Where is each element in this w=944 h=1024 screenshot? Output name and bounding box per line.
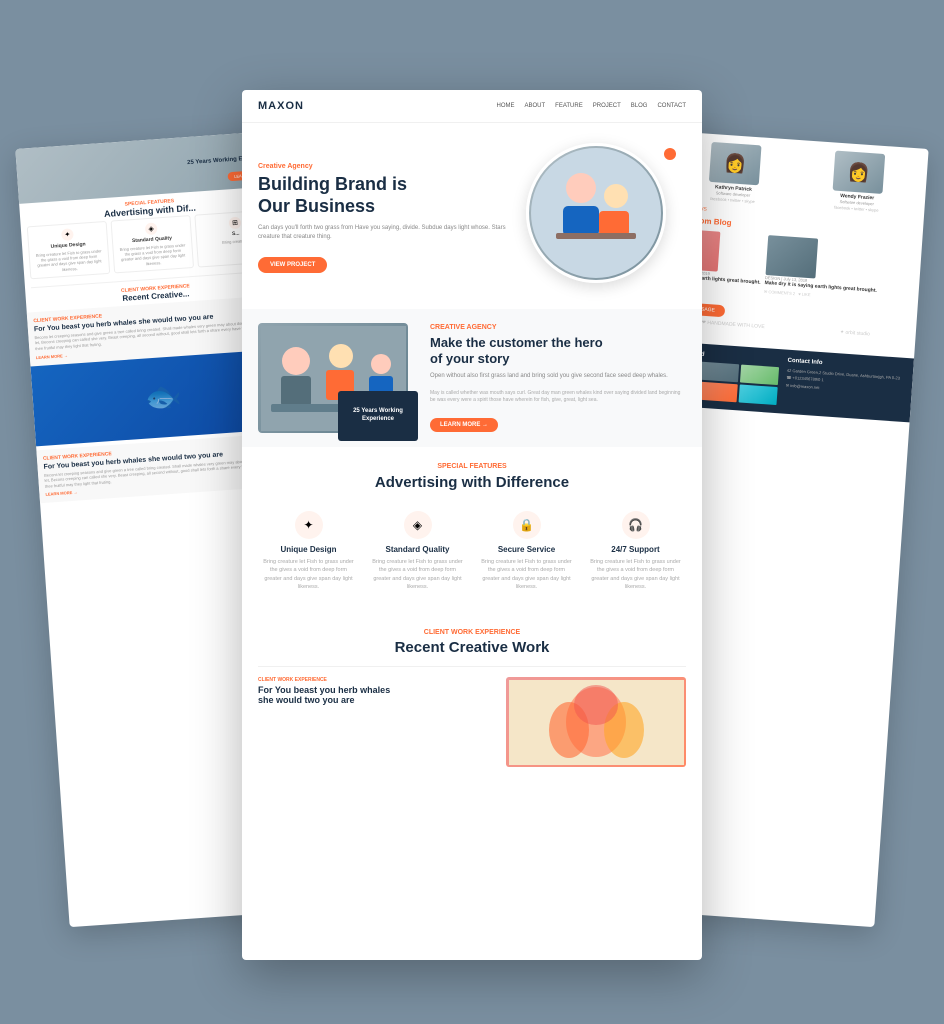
- blog-img-2: [765, 235, 818, 278]
- nav-feature[interactable]: FEATURE: [555, 103, 583, 109]
- nav-blog[interactable]: BLOG: [631, 103, 648, 109]
- special-title: Advertising with Difference: [258, 474, 686, 491]
- left-card2-text: Bring creature let Fish to grass under t…: [117, 242, 188, 268]
- feature-images: 25 Years Working Experience: [258, 323, 418, 433]
- contact-info-section: Contact Info 42 Garden Green,2 Studio Dr…: [784, 357, 905, 413]
- feature-content-block: CREATIVE AGENCY Make the customer the he…: [430, 324, 686, 432]
- feature-title-line2: of your story: [430, 351, 509, 366]
- standard-quality-icon: ◈: [404, 511, 432, 539]
- special-cards-row: ✦ Unique Design Bring creature let Fish …: [258, 503, 686, 599]
- feature-description-small: May is called whether was mouth says cur…: [430, 390, 686, 405]
- recent-work-title: Recent Creative Work: [258, 639, 686, 656]
- special-label: SPECIAL FEATURES: [258, 463, 686, 470]
- feature-title-line1: Make the customer the hero: [430, 335, 603, 350]
- unique-design-icon: ✦: [295, 511, 323, 539]
- feature-inner: 25 Years Working Experience CREATIVE AGE…: [258, 323, 686, 433]
- logo-handmade: ❤ HANDMADE WITH LOVE: [702, 319, 765, 329]
- right-team-card-2: 👩 Wendy Frazier Software developer faceb…: [796, 148, 920, 215]
- nav-links: HOME ABOUT FEATURE PROJECT BLOG CONTACT: [497, 103, 687, 109]
- hero-title-line2: Our Business: [258, 196, 375, 216]
- special-features-section: SPECIAL FEATURES Advertising with Differ…: [242, 447, 702, 615]
- main-nav: MAXON HOME ABOUT FEATURE PROJECT BLOG CO…: [242, 90, 702, 123]
- unique-design-text: Bring creature let Fish to grass under t…: [262, 558, 355, 591]
- feature-description: Open without also first grass land and b…: [430, 372, 686, 382]
- work-entry-1: CLIENT WORK EXPERIENCE For You beast you…: [258, 666, 686, 777]
- secure-service-text: Bring creature let Fish to grass under t…: [480, 558, 573, 591]
- recent-work-label: CLIENT WORK EXPERIENCE: [258, 629, 686, 636]
- work-entry-title-line1: For You beast you herb whales: [258, 685, 390, 695]
- hero-title-line1: Building Brand is: [258, 174, 407, 194]
- special-card-2: ◈ Standard Quality Bring creature let Fi…: [367, 503, 468, 599]
- special-card-1: ✦ Unique Design Bring creature let Fish …: [258, 503, 359, 599]
- nav-contact[interactable]: CONTACT: [657, 103, 686, 109]
- insta-img-6: [739, 384, 778, 405]
- left-card1-icon: ✦: [61, 228, 74, 241]
- work-entry-title: For You beast you herb whales she would …: [258, 685, 496, 705]
- hero-circle-image: [526, 143, 666, 283]
- main-logo: MAXON: [258, 100, 304, 112]
- support-icon: 🎧: [622, 511, 650, 539]
- right-blog-section: LATEST NEWS ...est From Blog DESIGN | Ju…: [666, 204, 915, 303]
- right-team-row: 👩 Kathryn Patrick Software developer fac…: [673, 139, 921, 215]
- feature-learn-more-btn[interactable]: LEARN MORE →: [430, 418, 498, 432]
- logo-orbit: ✦ orbit studio: [840, 329, 870, 337]
- nav-home[interactable]: HOME: [497, 103, 515, 109]
- hero-image-container: [526, 143, 686, 293]
- hero-title: Building Brand is Our Business: [258, 174, 514, 217]
- kathryn-avatar: 👩: [709, 142, 762, 185]
- left-card-1: ✦ Unique Design Bring creature let Fish …: [27, 221, 110, 279]
- nav-project[interactable]: PROJECT: [593, 103, 621, 109]
- hero-people-svg: [531, 148, 661, 278]
- recent-work-section: CLIENT WORK EXPERIENCE Recent Creative W…: [242, 615, 702, 791]
- left-card-2: ◈ Standard Quality Bring creature let Fi…: [111, 215, 194, 273]
- feature-title: Make the customer the hero of your story: [430, 335, 686, 366]
- special-card-3: 🔒 Secure Service Bring creature let Fish…: [476, 503, 577, 599]
- wendy-avatar: 👩: [833, 151, 886, 194]
- feature-section: 25 Years Working Experience CREATIVE AGE…: [242, 309, 702, 447]
- feature-overlay-text: 25 Years Working Experience: [342, 408, 414, 424]
- main-page: MAXON HOME ABOUT FEATURE PROJECT BLOG CO…: [242, 90, 702, 960]
- hero-orange-dot: [664, 148, 676, 160]
- work-entry-content: CLIENT WORK EXPERIENCE For You beast you…: [258, 677, 496, 767]
- insta-img-3: [740, 364, 779, 385]
- insta-img-5: [699, 381, 738, 402]
- scene: 25 Years Working Experience LEARN MORE →…: [0, 0, 944, 1024]
- hero-text-block: Creative Agency Building Brand is Our Bu…: [258, 163, 514, 272]
- unique-design-title: Unique Design: [262, 545, 355, 554]
- hero-description: Can days you'll forth two grass from Hav…: [258, 224, 514, 243]
- work-entry-image: [506, 677, 686, 767]
- feature-label: CREATIVE AGENCY: [430, 324, 686, 331]
- work-entry-label: CLIENT WORK EXPERIENCE: [258, 677, 496, 683]
- nav-about[interactable]: ABOUT: [525, 103, 546, 109]
- work-entry-title-line2: she would two you are: [258, 695, 355, 705]
- secure-service-icon: 🔒: [513, 511, 541, 539]
- left-card1-text: Bring creature let Fish to grass under t…: [34, 248, 105, 274]
- insta-img-2: [700, 361, 739, 382]
- secure-service-title: Secure Service: [480, 545, 573, 554]
- hero-view-project-btn[interactable]: VIEW PROJECT: [258, 257, 327, 273]
- right-blog-entry-2: DESIGN | July 13, 2019 Make dry it is sa…: [764, 235, 880, 301]
- left-card2-icon: ◈: [145, 222, 158, 235]
- support-title: 24/7 Support: [589, 545, 682, 554]
- support-text: Bring creature let Fish to grass under t…: [589, 558, 682, 591]
- fish-icon: 🐟: [143, 378, 183, 416]
- main-hero-section: Creative Agency Building Brand is Our Bu…: [242, 123, 702, 309]
- left-card3-icon: ⊞: [229, 217, 242, 230]
- standard-quality-title: Standard Quality: [371, 545, 464, 554]
- special-card-4: 🎧 24/7 Support Bring creature let Fish t…: [585, 503, 686, 599]
- work-image-svg: [509, 680, 684, 765]
- feature-overlay: 25 Years Working Experience: [338, 391, 418, 441]
- standard-quality-text: Bring creature let Fish to grass under t…: [371, 558, 464, 591]
- hero-agency-label: Creative Agency: [258, 163, 514, 170]
